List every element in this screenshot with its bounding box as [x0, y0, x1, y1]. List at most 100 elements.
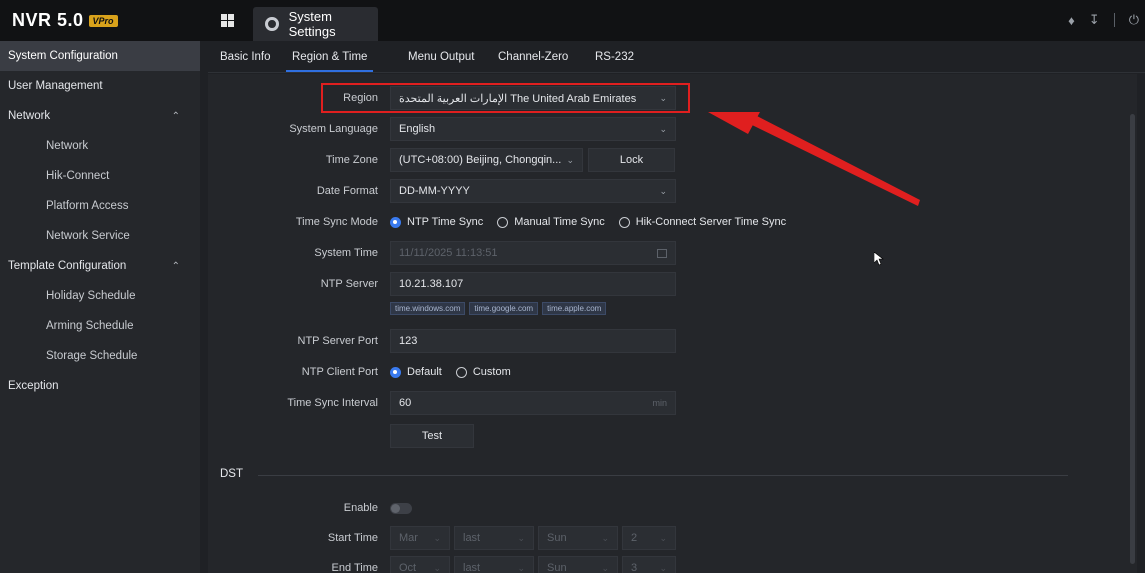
tab-channel-zero[interactable]: Channel-Zero: [498, 51, 568, 63]
sidebar-item-template-configuration[interactable]: Template Configuration ⌃: [0, 251, 200, 281]
dst-start-week: last ⌄: [454, 526, 534, 550]
settings-panel: Region الإمارات العربية المتحدة The Unit…: [208, 74, 1137, 573]
radio-manual-time-sync[interactable]: Manual Time Sync: [497, 216, 605, 228]
sidebar-item-arming-schedule[interactable]: Arming Schedule: [0, 311, 200, 341]
chevron-up-icon: ⌃: [171, 110, 180, 122]
tab-title: System Settings: [288, 9, 336, 39]
sidebar-item-label: Hik-Connect: [46, 170, 110, 182]
sidebar-item-holiday-schedule[interactable]: Holiday Schedule: [0, 281, 200, 311]
highlight-box: [321, 83, 690, 113]
dst-end-row: End Time Oct ⌄ last ⌄ Sun ⌄ 3 ⌄: [208, 556, 1137, 573]
select-value: Mar: [399, 532, 418, 544]
chevron-down-icon: ⌄: [659, 562, 667, 573]
dst-start-month: Mar ⌄: [390, 526, 450, 550]
dst-start-row: Start Time Mar ⌄ last ⌄ Sun ⌄ 2 ⌄: [208, 526, 1137, 550]
dst-enable-label: Enable: [343, 502, 378, 514]
sidebar-item-network[interactable]: Network: [0, 131, 200, 161]
tab-system-settings[interactable]: System Settings: [253, 7, 378, 41]
date-format-row: Date Format DD-MM-YYYY ⌄: [208, 179, 1137, 203]
ntp-chip-windows[interactable]: time.windows.com: [390, 302, 466, 315]
radio-label: NTP Time Sync: [407, 216, 484, 228]
radio-ntp-time-sync[interactable]: NTP Time Sync: [390, 216, 483, 228]
timezone-label: Time Zone: [325, 154, 378, 166]
sync-interval-label: Time Sync Interval: [287, 397, 378, 409]
ntp-chip-apple[interactable]: time.apple.com: [542, 302, 607, 315]
radio-hik-connect-time-sync[interactable]: Hik-Connect Server Time Sync: [618, 216, 787, 228]
ntp-server-label: NTP Server: [320, 278, 378, 290]
sidebar-item-system-configuration[interactable]: System Configuration: [0, 41, 200, 71]
ntp-port-row: NTP Server Port 123: [208, 329, 1137, 353]
sidebar: System Configuration User Management Net…: [0, 41, 200, 573]
sidebar-item-storage-schedule[interactable]: Storage Schedule: [0, 341, 200, 371]
bell-icon[interactable]: ♦: [1068, 13, 1075, 28]
sidebar-item-network-group[interactable]: Network ⌃: [0, 101, 200, 131]
sidebar-item-label: Network: [8, 110, 51, 122]
sidebar-item-user-management[interactable]: User Management: [0, 71, 200, 101]
timezone-select[interactable]: (UTC+08:00) Beijing, Chongqin... ⌄: [390, 148, 583, 172]
ntp-port-label: NTP Server Port: [297, 335, 379, 347]
ntp-server-value: 10.21.38.107: [399, 278, 464, 290]
chevron-down-icon: ⌄: [659, 123, 667, 134]
language-row: System Language English ⌄: [208, 117, 1137, 141]
chevron-down-icon: ⌄: [433, 562, 441, 573]
dst-start-day: Sun ⌄: [538, 526, 618, 550]
sidebar-item-network-service[interactable]: Network Service: [0, 221, 200, 251]
sidebar-item-label: Template Configuration: [8, 260, 127, 272]
calendar-icon: [657, 248, 667, 258]
dst-start-hour: 2 ⌄: [622, 526, 676, 550]
sync-interval-input[interactable]: 60 min: [390, 391, 676, 415]
dst-end-week: last ⌄: [454, 556, 534, 573]
select-value: 2: [631, 532, 638, 544]
sidebar-item-exception[interactable]: Exception: [0, 371, 200, 401]
radio-on-icon: [390, 216, 401, 228]
sidebar-item-label: Arming Schedule: [46, 320, 134, 332]
dst-enable-toggle[interactable]: [390, 502, 412, 514]
radio-label: Hik-Connect Server Time Sync: [635, 216, 787, 228]
tab-basic-info[interactable]: Basic Info: [220, 51, 271, 63]
divider: [258, 475, 1068, 476]
radio-label: Manual Time Sync: [514, 216, 605, 228]
radio-off-icon: [618, 216, 630, 228]
radio-on-icon: [390, 366, 401, 378]
ntp-server-input[interactable]: 10.21.38.107: [390, 272, 676, 296]
power-icon[interactable]: ⏻: [1129, 12, 1139, 28]
sync-mode-label: Time Sync Mode: [295, 216, 378, 228]
sync-interval-unit: min: [652, 398, 667, 408]
sync-interval-value: 60: [399, 397, 412, 409]
timezone-row: Time Zone (UTC+08:00) Beijing, Chongqin.…: [208, 148, 1137, 172]
system-time-row: System Time 11/11/2025 11:13:51: [208, 241, 1137, 265]
dst-end-hour: 3 ⌄: [622, 556, 676, 573]
chevron-up-icon: ⌃: [171, 260, 180, 272]
sidebar-item-hik-connect[interactable]: Hik-Connect: [0, 161, 200, 191]
content-area: Basic Info Region & Time Menu Output Cha…: [208, 41, 1145, 573]
sidebar-item-platform-access[interactable]: Platform Access: [0, 191, 200, 221]
scrollbar[interactable]: [1130, 114, 1135, 564]
sidebar-item-label: Holiday Schedule: [46, 290, 136, 302]
ntp-chip-google[interactable]: time.google.com: [469, 302, 539, 315]
ntp-port-input[interactable]: 123: [390, 329, 676, 353]
chevron-down-icon: ⌄: [659, 532, 667, 543]
tab-region-time[interactable]: Region & Time: [285, 51, 374, 72]
sidebar-item-label: Network Service: [46, 230, 130, 242]
language-select[interactable]: English ⌄: [390, 117, 676, 141]
test-button[interactable]: Test: [390, 424, 474, 448]
radio-label: Custom: [472, 366, 511, 378]
ntp-port-value: 123: [399, 335, 418, 347]
language-value: English: [399, 123, 436, 135]
download-icon[interactable]: ↧: [1089, 12, 1100, 28]
tab-bar: Basic Info Region & Time Menu Output Cha…: [208, 41, 1145, 73]
dst-end-label: End Time: [331, 562, 378, 573]
lock-button[interactable]: Lock: [588, 148, 675, 172]
chevron-down-icon: ⌄: [433, 532, 441, 543]
dst-end-month: Oct ⌄: [390, 556, 450, 573]
ntp-server-row: NTP Server 10.21.38.107: [208, 272, 1137, 296]
radio-off-icon: [455, 366, 467, 378]
tab-menu-output[interactable]: Menu Output: [408, 51, 474, 63]
select-value: Sun: [547, 532, 567, 544]
radio-custom[interactable]: Custom: [455, 366, 511, 378]
apps-grid-icon[interactable]: [221, 14, 234, 27]
radio-default[interactable]: Default: [390, 366, 442, 378]
sidebar-item-label: Exception: [8, 380, 59, 392]
date-format-select[interactable]: DD-MM-YYYY ⌄: [390, 179, 676, 203]
tab-rs-232[interactable]: RS-232: [595, 51, 634, 63]
